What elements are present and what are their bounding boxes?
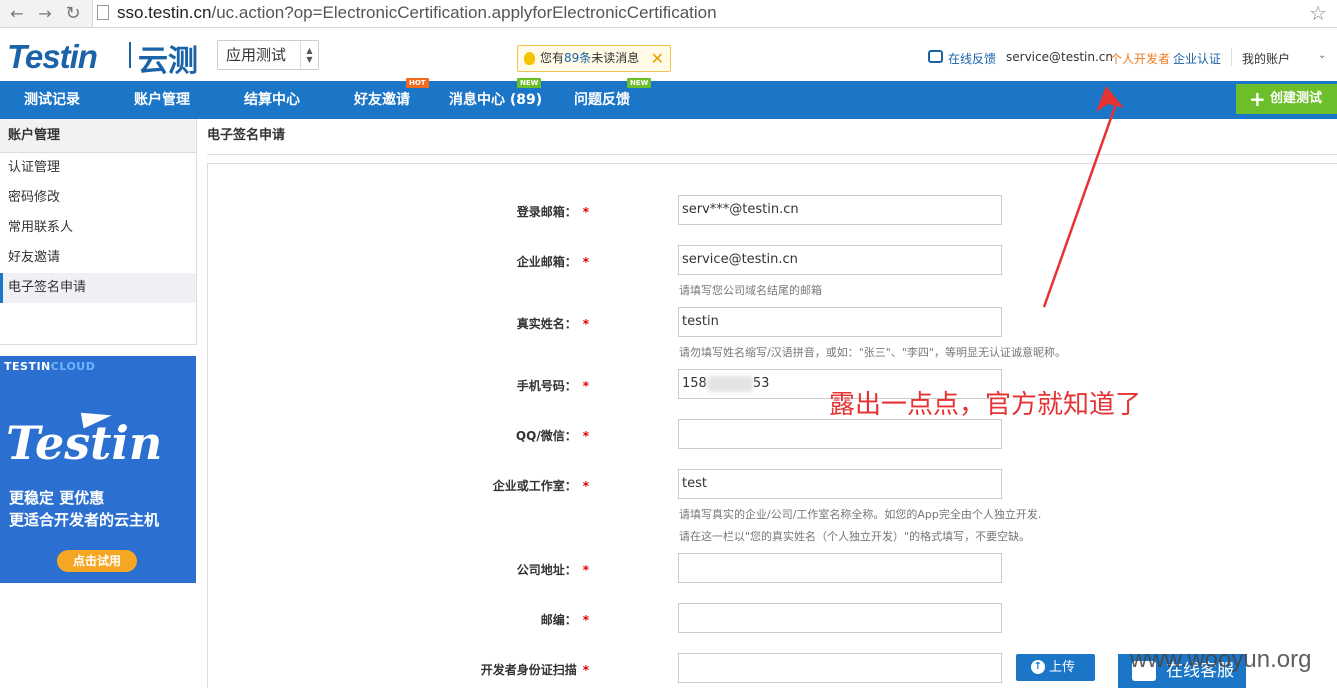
watermark: www.wooyun.org xyxy=(1130,646,1312,673)
annotation-arrow xyxy=(1042,86,1124,308)
annotation-text: 露出一点点，官方就知道了 xyxy=(829,390,1142,420)
